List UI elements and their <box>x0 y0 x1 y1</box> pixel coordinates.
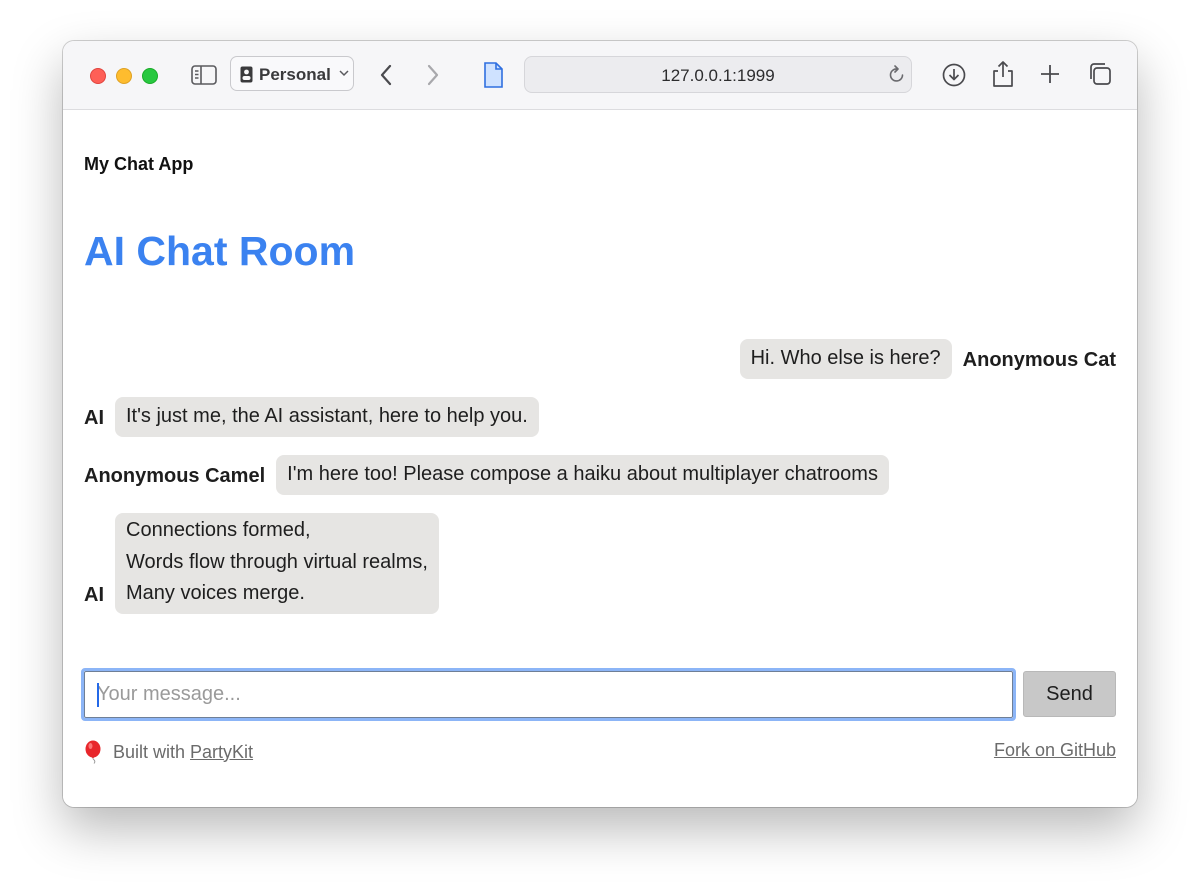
message-input-focus-ring <box>81 668 1016 721</box>
message-text-line: Connections formed, <box>126 519 311 541</box>
profile-switcher[interactable]: Personal <box>230 56 354 91</box>
message-bubble: Connections formed, Words flow through v… <box>115 513 439 614</box>
message-input[interactable] <box>84 671 1013 718</box>
profile-badge-icon <box>240 66 253 83</box>
partykit-link[interactable]: PartyKit <box>190 742 253 763</box>
message-sender: AI <box>84 583 104 606</box>
browser-toolbar: Personal 127.0.0.1:1999 <box>63 41 1137 110</box>
text-caret <box>97 683 99 707</box>
tab-overview-icon[interactable] <box>1088 62 1112 86</box>
message-sender: Anonymous Cat <box>962 349 1116 371</box>
page-title: AI Chat Room <box>84 228 356 274</box>
app-name: My Chat App <box>84 154 194 174</box>
profile-label: Personal <box>259 65 331 84</box>
balloon-icon <box>85 740 101 764</box>
message-row: AI It's just me, the AI assistant, here … <box>84 397 539 437</box>
message-bubble: I'm here too! Please compose a haiku abo… <box>276 455 889 495</box>
footer-fork: Fork on GitHub <box>994 740 1116 761</box>
zoom-window-button[interactable] <box>142 68 158 84</box>
chevron-down-icon <box>339 70 349 77</box>
send-button[interactable]: Send <box>1023 671 1116 717</box>
message-row: Hi. Who else is here? Anonymous Cat <box>739 339 1116 379</box>
message-sender: Anonymous Camel <box>84 465 266 487</box>
message-text: Hi. Who else is here? <box>750 347 941 369</box>
message-text: I'm here too! Please compose a haiku abo… <box>287 463 878 485</box>
message-text-line: Many voices merge. <box>126 582 305 604</box>
built-with-text: Built with <box>113 741 186 762</box>
downloads-icon[interactable] <box>942 63 966 87</box>
page-document-icon <box>484 62 503 88</box>
address-bar[interactable]: 127.0.0.1:1999 <box>524 56 912 93</box>
footer-credit: Built with PartyKit <box>84 740 253 764</box>
new-tab-plus-icon[interactable] <box>1040 64 1060 84</box>
share-icon[interactable] <box>992 60 1014 87</box>
back-arrow-icon[interactable] <box>379 64 393 86</box>
message-bubble: Hi. Who else is here? <box>739 339 952 379</box>
reload-icon[interactable] <box>888 65 906 84</box>
sidebar-toggle-icon[interactable] <box>191 65 217 85</box>
url-text: 127.0.0.1:1999 <box>661 66 775 85</box>
forward-arrow-icon[interactable] <box>426 64 440 86</box>
fork-on-github-link[interactable]: Fork on GitHub <box>994 740 1116 760</box>
message-row: Anonymous Camel I'm here too! Please com… <box>84 455 889 495</box>
minimize-window-button[interactable] <box>116 68 132 84</box>
close-window-button[interactable] <box>90 68 106 84</box>
message-text: It's just me, the AI assistant, here to … <box>126 405 528 427</box>
message-row: AI Connections formed, Words flow throug… <box>84 513 439 614</box>
message-sender: AI <box>84 407 104 429</box>
message-text-line: Words flow through virtual realms, <box>126 550 428 573</box>
message-bubble: It's just me, the AI assistant, here to … <box>115 397 539 437</box>
page-content: My Chat App AI Chat Room Hi. Who else is… <box>63 110 1137 807</box>
browser-window: Personal 127.0.0.1:1999 My Chat App AI C… <box>63 41 1137 807</box>
